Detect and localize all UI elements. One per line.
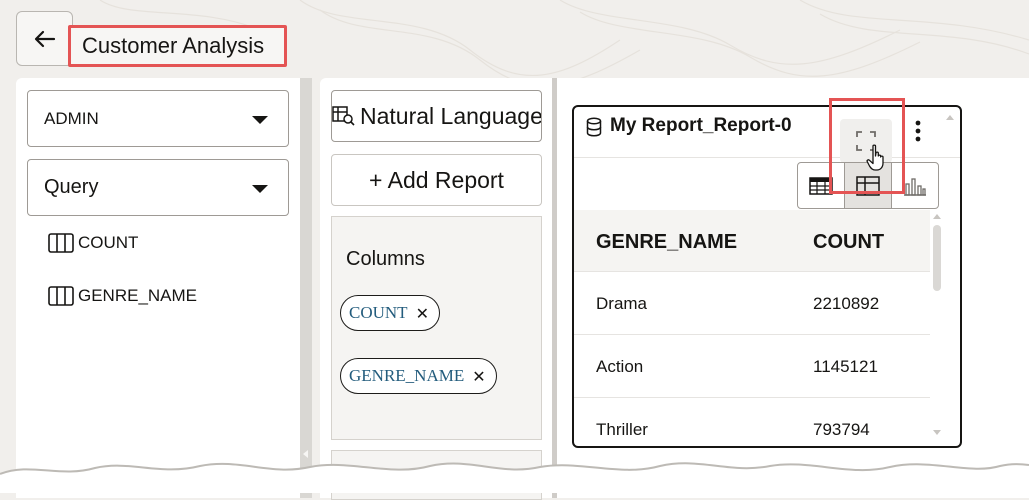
scroll-up-icon[interactable] [946, 115, 954, 120]
table-columns-icon [48, 233, 74, 253]
pivot-view-icon [856, 175, 880, 196]
columns-drop-zone[interactable]: Columns COUNT ✕ GENRE_NAME ✕ [331, 216, 542, 440]
cell-genre: Action [596, 357, 644, 376]
scroll-down-icon[interactable] [933, 430, 941, 435]
arrow-left-icon [34, 30, 55, 47]
add-report-label: + Add Report [369, 166, 504, 193]
more-vertical-icon[interactable] [914, 119, 922, 143]
torn-edge-decoration [0, 462, 1029, 493]
column-item-genre-name[interactable]: GENRE_NAME [48, 286, 197, 306]
cell-count: 793794 [813, 420, 870, 439]
column-item-count[interactable]: COUNT [48, 233, 138, 253]
cell-count: 2210892 [813, 294, 880, 313]
chip-label: COUNT [349, 303, 408, 322]
source-dropdown[interactable]: Query [27, 159, 289, 216]
column-chip-count[interactable]: COUNT ✕ [340, 295, 440, 331]
table-header: GENRE_NAME COUNT [574, 210, 930, 272]
cell-genre: Thriller [596, 420, 648, 439]
chevron-down-icon [252, 116, 268, 124]
column-header-count[interactable]: COUNT [813, 231, 884, 254]
table-row[interactable]: Action 1145121 [574, 335, 930, 398]
cell-genre: Drama [596, 294, 648, 313]
close-icon[interactable]: ✕ [472, 367, 485, 386]
chip-label: GENRE_NAME [349, 366, 465, 385]
scroll-up-icon[interactable] [933, 214, 941, 219]
page-title: Customer Analysis [68, 25, 287, 67]
report-title: My Report_Report-0 [610, 115, 792, 136]
chart-view-icon [904, 177, 926, 196]
table-row[interactable]: Drama 2210892 [574, 272, 930, 335]
natural-language-label: Natural Language [360, 102, 542, 129]
table-view-button[interactable] [798, 163, 845, 208]
natural-language-button[interactable]: Natural Language [331, 90, 542, 142]
close-icon[interactable]: ✕ [416, 304, 429, 323]
column-item-label: COUNT [78, 233, 139, 252]
report-header: My Report_Report-0 [574, 107, 960, 163]
table-search-icon [332, 106, 355, 126]
schema-dropdown-value: ADMIN [44, 108, 99, 128]
back-button[interactable] [16, 11, 73, 66]
table-view-icon [809, 176, 833, 195]
table-scrollbar-thumb[interactable] [933, 225, 941, 291]
add-report-button[interactable]: + Add Report [331, 154, 542, 206]
source-dropdown-value: Query [44, 176, 99, 198]
chart-view-button[interactable] [892, 163, 938, 208]
left-panel-splitter[interactable] [300, 78, 312, 498]
hand-cursor-icon [866, 144, 884, 171]
database-icon [586, 117, 602, 137]
column-header-genre[interactable]: GENRE_NAME [596, 231, 737, 254]
table-columns-icon [48, 286, 74, 306]
cell-count: 1145121 [813, 357, 878, 376]
column-chip-genre-name[interactable]: GENRE_NAME ✕ [340, 358, 497, 394]
columns-label: Columns [346, 248, 425, 270]
column-item-label: GENRE_NAME [78, 286, 198, 305]
schema-dropdown[interactable]: ADMIN [27, 90, 289, 147]
chevron-down-icon [252, 185, 268, 193]
